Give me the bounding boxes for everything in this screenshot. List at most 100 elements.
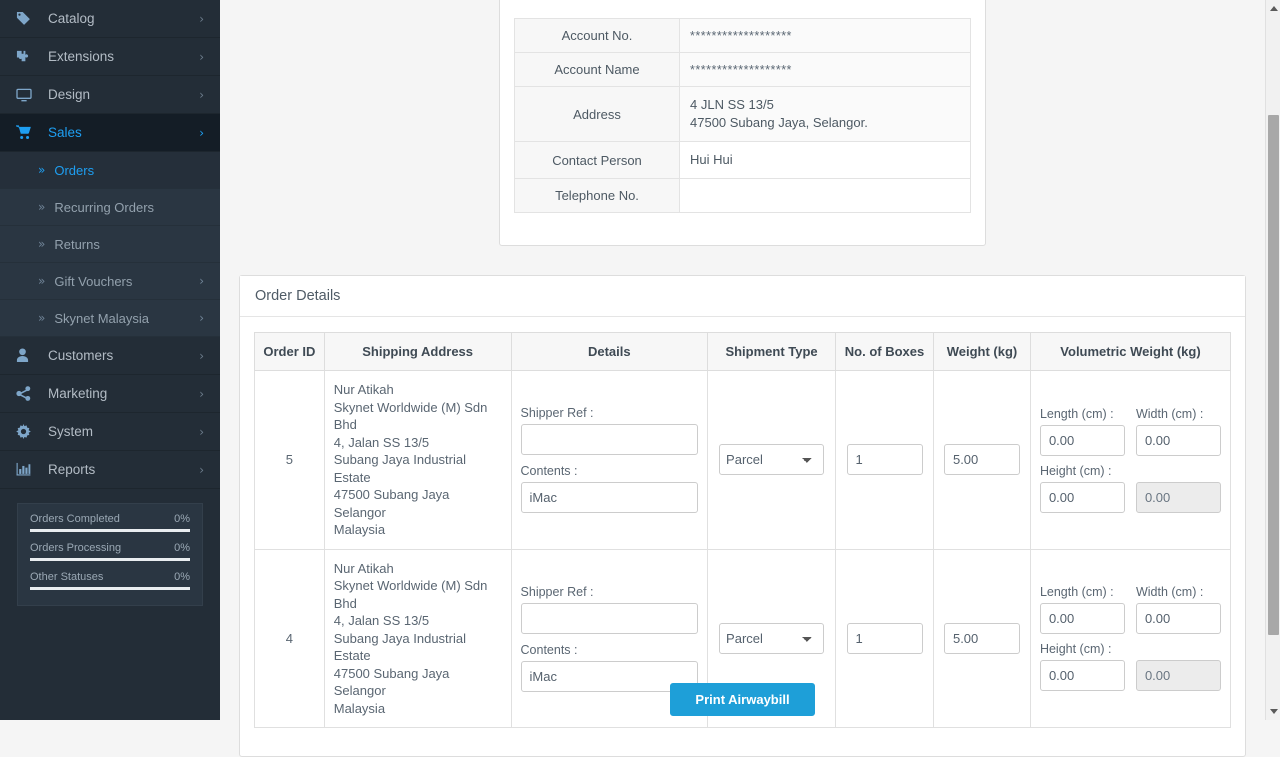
stat-row: Orders Processing0% (30, 542, 190, 561)
sender-field-label: Telephone No. (515, 179, 680, 213)
contents-input[interactable] (521, 482, 699, 513)
volumetric-weight-output (1136, 660, 1221, 691)
page-scrollbar[interactable] (1265, 0, 1280, 720)
column-header: Details (511, 333, 708, 371)
sender-detail-row: Address4 JLN SS 13/5 47500 Subang Jaya, … (515, 87, 971, 142)
width-input[interactable] (1136, 425, 1221, 456)
column-header: Shipment Type (708, 333, 836, 371)
table-row: 5Nur Atikah Skynet Worldwide (M) Sdn Bhd… (255, 371, 1231, 550)
order-details-title: Order Details (240, 276, 1245, 317)
sidebar-subitem-skynet-malaysia[interactable]: »Skynet Malaysia› (0, 300, 220, 337)
height-input[interactable] (1040, 660, 1125, 691)
stat-value: 0% (174, 571, 190, 583)
length-label: Length (cm) : (1040, 585, 1125, 599)
shipment-type-cell: ParcelDocument (708, 371, 836, 550)
chevron-right-icon: › (199, 12, 204, 26)
sidebar-subitem-label: Returns (54, 237, 100, 252)
sidebar-subitem-label: Gift Vouchers (54, 274, 132, 289)
sender-field-value (680, 179, 971, 213)
stat-progress-bar (30, 587, 190, 590)
gear-icon (16, 424, 38, 440)
sidebar-item-label: Catalog (48, 11, 199, 26)
column-header: Weight (kg) (933, 333, 1030, 371)
sidebar-subitem-returns[interactable]: » Returns (0, 226, 220, 263)
column-header: Volumetric Weight (kg) (1030, 333, 1230, 371)
sender-field-value: ******************* (680, 53, 971, 87)
length-label: Length (cm) : (1040, 407, 1125, 421)
height-input[interactable] (1040, 482, 1125, 513)
weight-input[interactable] (944, 444, 1020, 475)
sidebar-item-catalog[interactable]: Catalog› (0, 0, 220, 38)
stat-value: 0% (174, 542, 190, 554)
sidebar: Catalog›Extensions›Design›Sales›»Orders»… (0, 0, 220, 720)
double-chevron-icon: » (38, 311, 45, 325)
sidebar-item-sales[interactable]: Sales› (0, 114, 220, 152)
sidebar-item-design[interactable]: Design› (0, 76, 220, 114)
table-header-row: Order IDShipping AddressDetailsShipment … (255, 333, 1231, 371)
sidebar-subitem-orders[interactable]: »Orders (0, 152, 220, 189)
scroll-up-arrow-icon[interactable] (1270, 6, 1278, 11)
sender-field-label: Account Name (515, 53, 680, 87)
contents-label: Contents : (521, 464, 699, 478)
sender-details-table: Account No.*******************Account Na… (514, 18, 971, 213)
order-id-cell: 4 (255, 549, 325, 728)
sidebar-item-marketing[interactable]: Marketing› (0, 375, 220, 413)
chevron-right-icon: › (199, 425, 204, 439)
double-chevron-icon: » (38, 237, 45, 251)
no-of-boxes-input[interactable] (847, 623, 923, 654)
stat-row: Other Statuses 0% (30, 571, 190, 590)
weight-cell (933, 549, 1030, 728)
chevron-right-icon: › (199, 50, 204, 64)
sender-details-panel: Sender Details Account No.**************… (499, 0, 986, 246)
sidebar-item-reports[interactable]: Reports› (0, 451, 220, 489)
sender-field-value: Hui Hui (680, 142, 971, 179)
sender-field-value: ******************* (680, 19, 971, 53)
length-input[interactable] (1040, 425, 1125, 456)
sidebar-item-label: Marketing (48, 386, 199, 401)
sender-detail-row: Account Name******************* (515, 53, 971, 87)
sender-field-label: Address (515, 87, 680, 142)
weight-input[interactable] (944, 623, 1020, 654)
no-of-boxes-cell (836, 549, 934, 728)
details-cell: Shipper Ref : Contents : (511, 371, 708, 550)
no-of-boxes-cell (836, 371, 934, 550)
sender-details-body: Account No.*******************Account Na… (500, 0, 985, 245)
volumetric-weight-cell: Length (cm) :Width (cm) :Height (cm) : (1030, 549, 1230, 728)
shipper-ref-input[interactable] (521, 424, 699, 455)
stat-label: Other Statuses (30, 571, 103, 583)
sidebar-item-label: Reports (48, 462, 199, 477)
sidebar-subitem-recurring-orders[interactable]: »Recurring Orders (0, 189, 220, 226)
chevron-right-icon: › (199, 274, 204, 288)
chevron-right-icon: › (199, 126, 204, 140)
sidebar-item-system[interactable]: System› (0, 413, 220, 451)
share-icon (16, 386, 38, 402)
sidebar-subitem-label: Orders (54, 163, 94, 178)
tag-icon (16, 11, 38, 27)
scroll-down-arrow-icon[interactable] (1270, 709, 1278, 714)
print-airwaybill-button[interactable]: Print Airwaybill (670, 683, 815, 716)
shipment-type-select[interactable]: ParcelDocument (719, 623, 824, 654)
width-input[interactable] (1136, 603, 1221, 634)
sidebar-subitem-gift-vouchers[interactable]: »Gift Vouchers› (0, 263, 220, 300)
sender-detail-row: Contact PersonHui Hui (515, 142, 971, 179)
length-input[interactable] (1040, 603, 1125, 634)
sidebar-item-extensions[interactable]: Extensions› (0, 38, 220, 76)
sidebar-item-customers[interactable]: Customers› (0, 337, 220, 375)
shipper-ref-label: Shipper Ref : (521, 406, 699, 420)
chevron-right-icon: › (199, 349, 204, 363)
scrollbar-thumb[interactable] (1268, 115, 1279, 635)
shipper-ref-input[interactable] (521, 603, 699, 634)
sidebar-item-label: Customers (48, 348, 199, 363)
contents-label: Contents : (521, 643, 699, 657)
shipping-address-cell: Nur Atikah Skynet Worldwide (M) Sdn Bhd … (324, 371, 511, 550)
stat-progress-bar (30, 529, 190, 532)
no-of-boxes-input[interactable] (847, 444, 923, 475)
height-label: Height (cm) : (1040, 464, 1125, 478)
shipment-type-select[interactable]: ParcelDocument (719, 444, 824, 475)
sender-field-value: 4 JLN SS 13/5 47500 Subang Jaya, Selango… (680, 87, 971, 142)
order-details-table: Order IDShipping AddressDetailsShipment … (254, 332, 1231, 728)
sidebar-subitem-label: Skynet Malaysia (54, 311, 149, 326)
bar-chart-icon (16, 462, 38, 478)
stat-label: Orders Completed (30, 513, 120, 525)
order-id-cell: 5 (255, 371, 325, 550)
